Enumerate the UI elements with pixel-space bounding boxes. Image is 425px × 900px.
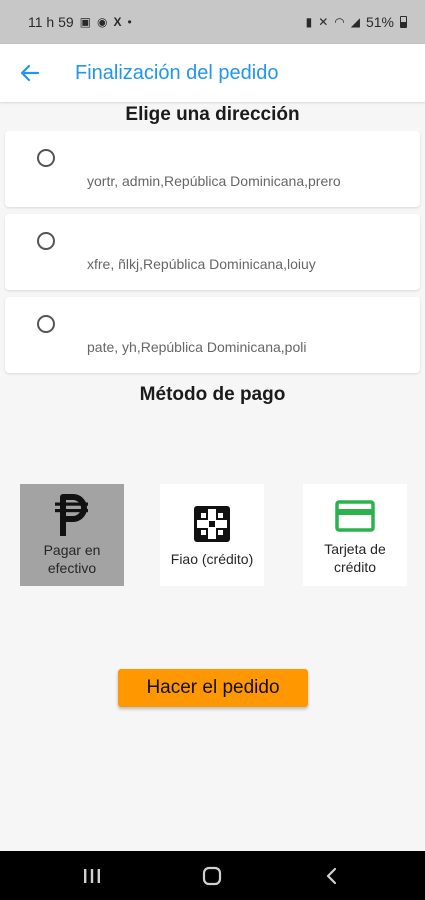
- recents-icon: [84, 869, 100, 883]
- payment-option-card-label: Tarjeta de crédito: [303, 540, 407, 576]
- peso-sign-icon: [20, 494, 124, 538]
- payment-option-cash[interactable]: Pagar en efectivo: [20, 484, 124, 586]
- status-left: 11 h 59 ▣ ◉ X •: [28, 14, 132, 30]
- payment-section-title: Método de pago: [139, 384, 286, 405]
- status-bar: 11 h 59 ▣ ◉ X • ▮ ✕ ◠ ◢ 51%: [0, 0, 425, 44]
- address-section-title: Elige una dirección: [125, 104, 300, 125]
- card-label-line2: crédito: [333, 559, 377, 575]
- more-notifications-icon: •: [127, 15, 132, 29]
- address-radio-2[interactable]: [37, 232, 55, 250]
- payment-option-cash-label: Pagar en efectivo: [20, 541, 124, 577]
- battery-icon: [400, 16, 407, 28]
- payment-option-card[interactable]: Tarjeta de crédito: [303, 484, 407, 586]
- back-icon: [326, 867, 337, 885]
- address-text-1: yortr, admin,República Dominicana,prero: [87, 173, 341, 189]
- home-icon: [202, 866, 222, 886]
- address-radio-3[interactable]: [37, 315, 55, 333]
- credit-box-icon: [160, 506, 264, 542]
- status-time: 11 h 59: [28, 14, 74, 30]
- wifi-icon: ◠: [334, 15, 345, 29]
- payment-option-fiao-label: Fiao (crédito): [160, 550, 264, 568]
- gallery-notification-icon: ▣: [79, 15, 92, 29]
- app-bar: Finalización del pedido: [0, 44, 425, 102]
- credit-card-icon: [303, 500, 407, 532]
- signal-icon: ◢: [350, 15, 360, 29]
- lock-icon: ▮: [305, 15, 313, 29]
- page-title: Finalización del pedido: [75, 61, 279, 84]
- address-text-2: xfre, ñlkj,República Dominicana,loiuy: [87, 256, 316, 272]
- x-app-notification-icon: X: [113, 15, 122, 29]
- address-option-3[interactable]: pate, yh,República Dominicana,poli: [5, 297, 420, 373]
- address-option-1[interactable]: yortr, admin,República Dominicana,prero: [5, 131, 420, 207]
- status-right: ▮ ✕ ◠ ◢ 51%: [306, 14, 407, 30]
- address-text-3: pate, yh,República Dominicana,poli: [87, 339, 307, 355]
- system-nav-bar: [0, 851, 425, 900]
- fiao-label-line1: Fiao (crédito): [170, 551, 254, 567]
- arrow-back-icon: [20, 64, 40, 82]
- address-radio-1[interactable]: [37, 149, 55, 167]
- notification-dot-icon: ◉: [97, 15, 108, 29]
- address-option-2[interactable]: xfre, ñlkj,República Dominicana,loiuy: [5, 214, 420, 290]
- nav-back-button[interactable]: [316, 863, 346, 889]
- card-label-line1: Tarjeta de: [324, 541, 386, 557]
- battery-percent: 51%: [365, 14, 394, 30]
- recents-button[interactable]: [77, 863, 107, 889]
- cash-label-line2: efectivo: [47, 560, 97, 576]
- place-order-button[interactable]: Hacer el pedido: [118, 669, 308, 707]
- back-button[interactable]: [12, 55, 48, 91]
- home-button[interactable]: [197, 863, 227, 889]
- cash-label-line1: Pagar en: [43, 542, 101, 558]
- mute-icon: ✕: [318, 15, 329, 29]
- payment-option-fiao[interactable]: Fiao (crédito): [160, 484, 264, 586]
